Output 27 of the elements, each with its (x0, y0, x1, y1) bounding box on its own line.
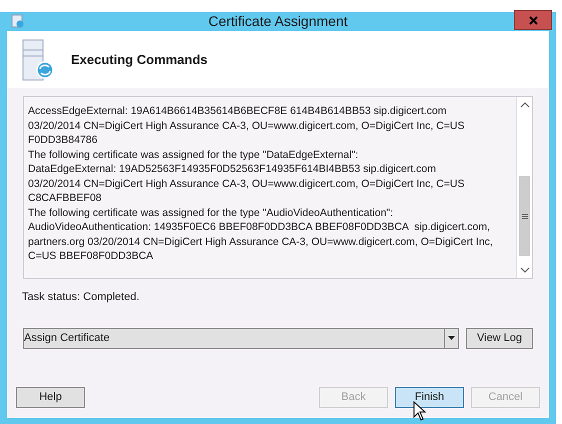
scroll-thumb[interactable] (519, 176, 530, 256)
log-line: The following certificate was assigned for the type "AudioVideoAuthentication": (28, 206, 394, 220)
log-line: AudioVideoAuthentication: 14935F0EC6 BBEF08F0DD3BCA BBEF08F0DD3BCA sip.digicert.com, (28, 220, 492, 234)
task-status: Task status: Completed. (22, 290, 140, 305)
task-dropdown[interactable]: Assign Certificate (23, 328, 460, 348)
mouse-cursor-icon (413, 401, 427, 421)
log-line: AccessEdgeExternal: 19A614B6614B35614B6BECF8E 614B4B614BB53 sip.digicert.com (28, 104, 448, 118)
log-line: C=US BBEF08F0DD3BCA (28, 249, 154, 264)
log-line: F0DD3B84786 (28, 133, 98, 148)
close-icon (528, 16, 538, 24)
log-line: C8CAFBBEF08 (28, 191, 103, 206)
grip-icon (522, 214, 528, 218)
caret-icon (448, 336, 456, 340)
view-log-button[interactable]: View Log (466, 328, 533, 348)
dialog-button[interactable]: Help (16, 387, 85, 408)
log-line: partners.org 03/20/2014 CN=DigiCert High Assurance CA-3, OU=www.digicert.com, O=DigiCert Inc, (28, 234, 494, 249)
header-title: Executing Commands (71, 50, 208, 69)
window-title: Certificate Assignment (208, 12, 348, 31)
log-line: 03/20/2014 CN=DigiCert High Assurance CA-3, OU=www.digicert.com, O=DigiCert Inc, C=US (28, 176, 466, 191)
log-line: DataEdgeExternal: 19AD52563F14935F0D52563F14935F614BI4BB53 sip.digicert.com (28, 162, 438, 176)
close-button[interactable] (514, 10, 552, 30)
log-line: 03/20/2014 CN=DigiCert High Assurance CA-3, OU=www.digicert.com, O=DigiCert Inc, C=US (28, 118, 466, 133)
dropdown-value: Assign Certificate (24, 330, 111, 346)
scrollbar[interactable] (516, 97, 532, 278)
app-icon (11, 14, 25, 28)
dialog-button[interactable]: Finish (395, 387, 464, 408)
log-line: The following certificate was assigned for the type "DataEdgeExternal": (28, 148, 360, 162)
